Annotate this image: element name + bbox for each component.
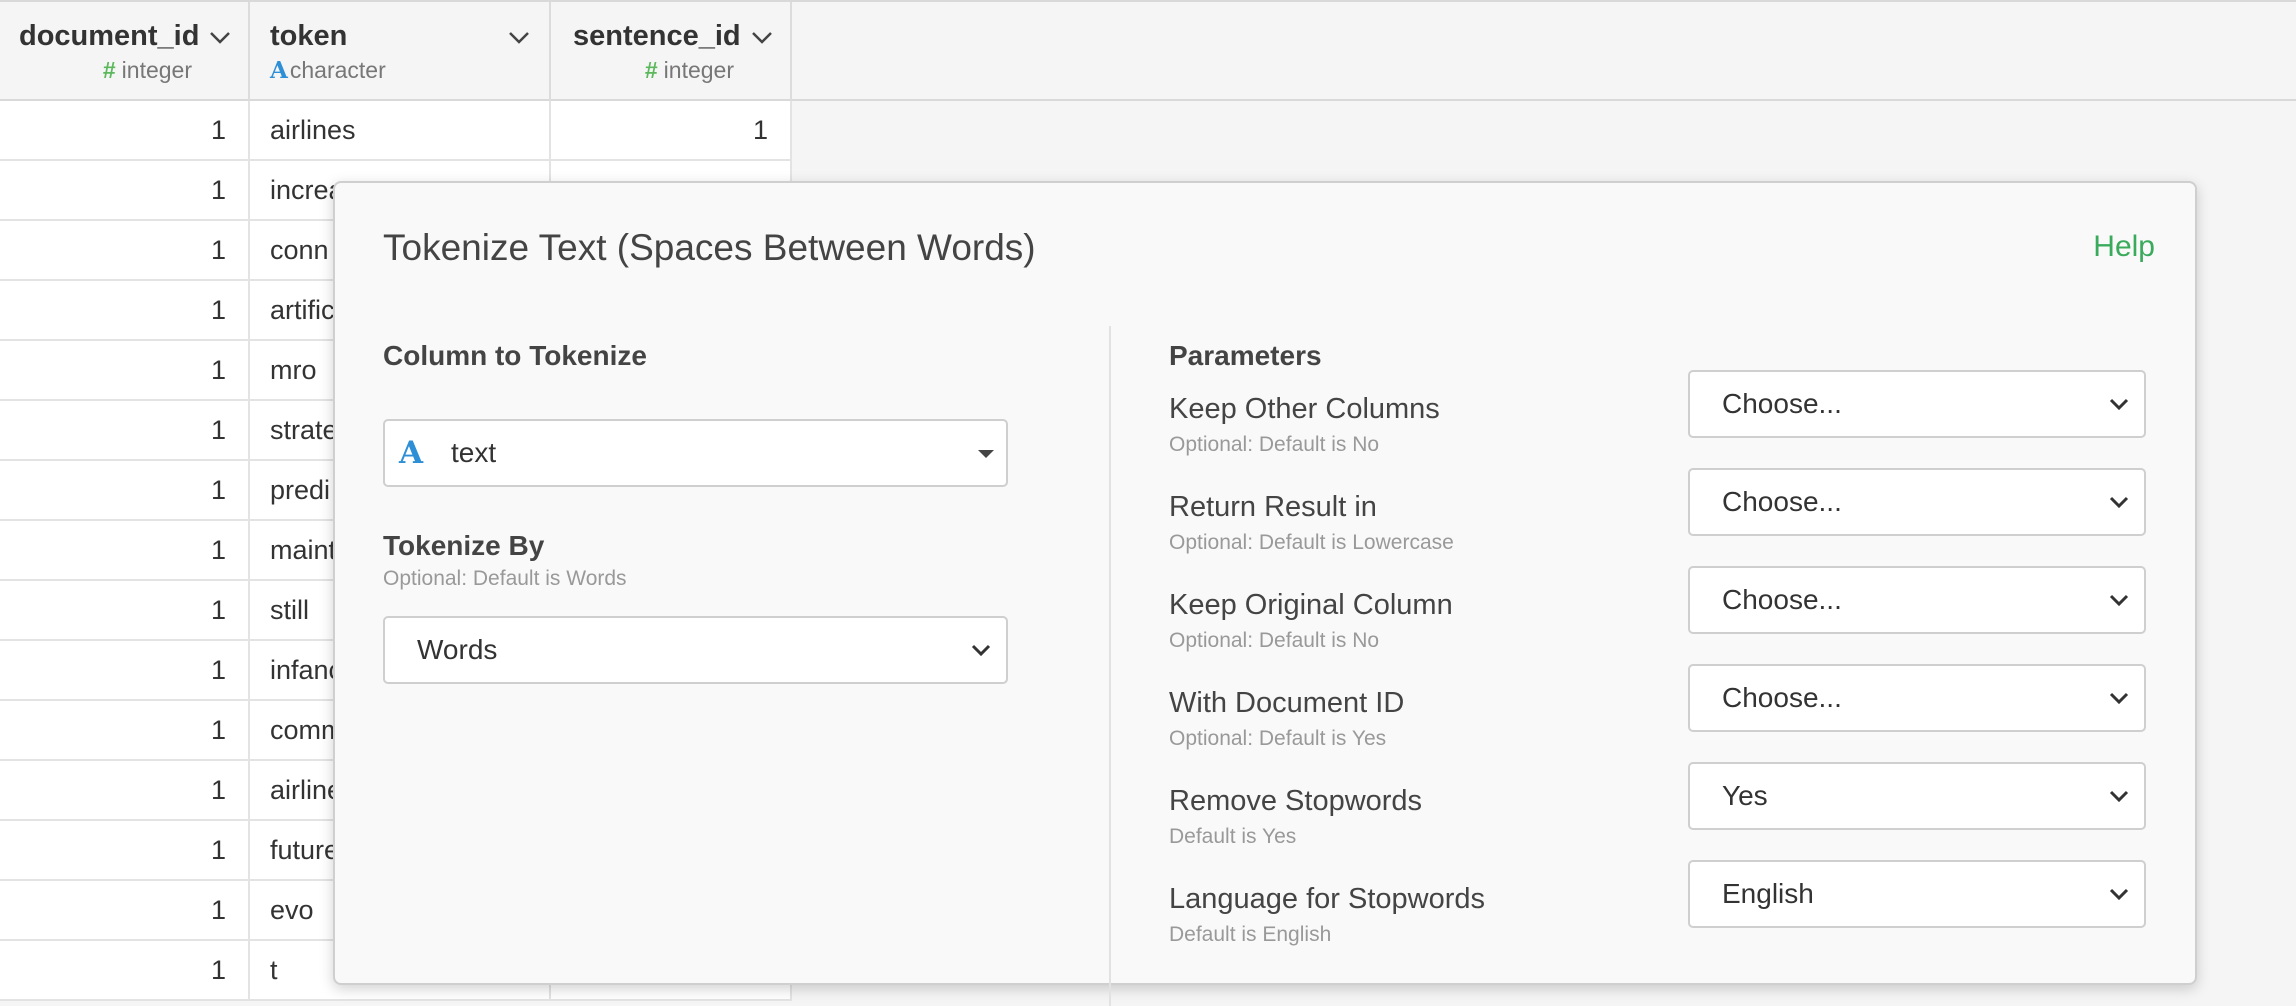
chevron-down-icon[interactable] <box>207 24 233 50</box>
document-id-cell[interactable]: 1 <box>0 101 250 159</box>
chevron-down-icon <box>2109 692 2129 705</box>
document-id-cell[interactable]: 1 <box>0 521 250 579</box>
sentence-id-cell[interactable]: 1 <box>551 101 792 159</box>
document-id-cell[interactable]: 1 <box>0 821 250 879</box>
chevron-down-icon[interactable] <box>506 24 532 50</box>
help-link[interactable]: Help <box>2093 230 2155 264</box>
column-type: Acharacter <box>270 57 386 84</box>
column-name: token <box>270 20 348 52</box>
column-name: document_id <box>19 20 200 52</box>
document-id-cell[interactable]: 1 <box>0 221 250 279</box>
parameter-hint: Optional: Default is Yes <box>1169 727 1387 750</box>
column-header-sentence-id[interactable]: sentence_id # integer <box>551 2 792 103</box>
parameter-label: Keep Other Columns <box>1169 393 1440 425</box>
parameter-label: With Document ID <box>1169 687 1405 719</box>
document-id-cell[interactable]: 1 <box>0 161 250 219</box>
parameter-select-value: Choose... <box>1722 486 1842 517</box>
chevron-down-icon <box>2109 888 2129 901</box>
dialog-title: Tokenize Text (Spaces Between Words) <box>383 227 1036 268</box>
parameter-select[interactable]: Choose... <box>1688 664 2146 732</box>
document-id-cell[interactable]: 1 <box>0 941 250 999</box>
tokenize-by-title: Tokenize By <box>383 530 545 561</box>
parameter-hint: Optional: Default is Lowercase <box>1169 531 1454 554</box>
document-id-cell[interactable]: 1 <box>0 641 250 699</box>
tokenize-by-select[interactable]: Words <box>383 616 1008 684</box>
tokenize-dialog: Tokenize Text (Spaces Between Words) Hel… <box>333 181 2197 1006</box>
tokenize-by-hint: Optional: Default is Words <box>383 567 627 590</box>
chevron-down-icon[interactable] <box>749 24 775 50</box>
chevron-down-icon <box>2109 790 2129 803</box>
parameter-select[interactable]: English <box>1688 860 2146 928</box>
parameter-select-value: Yes <box>1722 780 1768 811</box>
column-select[interactable]: A text <box>383 419 1008 487</box>
parameter-select-value: English <box>1722 878 1814 909</box>
integer-type-icon: # <box>644 57 658 83</box>
parameter-select[interactable]: Choose... <box>1688 370 2146 438</box>
chevron-down-icon <box>2109 594 2129 607</box>
column-type-label: integer <box>663 57 734 83</box>
document-id-cell[interactable]: 1 <box>0 401 250 459</box>
document-id-cell[interactable]: 1 <box>0 701 250 759</box>
parameter-select[interactable]: Yes <box>1688 762 2146 830</box>
parameter-label: Language for Stopwords <box>1169 883 1485 915</box>
column-type-label: character <box>289 57 386 83</box>
parameter-hint: Default is Yes <box>1169 825 1297 848</box>
parameter-label: Remove Stopwords <box>1169 785 1423 817</box>
divider <box>1109 326 1111 1006</box>
chevron-down-icon <box>2109 398 2129 411</box>
table-row[interactable]: 1 airlines 1 <box>0 101 792 161</box>
document-id-cell[interactable]: 1 <box>0 461 250 519</box>
column-select-value: text <box>451 437 497 468</box>
parameters-title: Parameters <box>1169 340 1322 371</box>
tokenize-by-value: Words <box>417 634 498 665</box>
parameter-hint: Optional: Default is No <box>1169 629 1380 652</box>
parameter-select-value: Choose... <box>1722 388 1842 419</box>
caret-down-icon <box>978 450 994 458</box>
parameter-label: Return Result in <box>1169 491 1377 523</box>
parameter-select-value: Choose... <box>1722 584 1842 615</box>
document-id-cell[interactable]: 1 <box>0 281 250 339</box>
parameter-select-value: Choose... <box>1722 682 1842 713</box>
document-id-cell[interactable]: 1 <box>0 341 250 399</box>
column-header-document-id[interactable]: document_id # integer <box>0 2 250 103</box>
parameter-hint: Default is English <box>1169 923 1332 946</box>
integer-type-icon: # <box>102 57 116 83</box>
column-name: sentence_id <box>573 20 741 52</box>
column-type: # integer <box>103 57 192 84</box>
column-type-label: integer <box>121 57 192 83</box>
document-id-cell[interactable]: 1 <box>0 581 250 639</box>
character-type-icon: A <box>399 435 424 471</box>
parameter-select[interactable]: Choose... <box>1688 468 2146 536</box>
document-id-cell[interactable]: 1 <box>0 761 250 819</box>
grid-header: document_id # integer token Acharacter se… <box>0 0 2296 103</box>
parameter-select[interactable]: Choose... <box>1688 566 2146 634</box>
document-id-cell[interactable]: 1 <box>0 881 250 939</box>
column-to-tokenize-title: Column to Tokenize <box>383 340 647 371</box>
column-type: # integer <box>645 57 734 84</box>
parameter-label: Keep Original Column <box>1169 589 1453 621</box>
chevron-down-icon <box>971 644 991 657</box>
chevron-down-icon <box>2109 496 2129 509</box>
parameter-hint: Optional: Default is No <box>1169 433 1380 456</box>
column-header-token[interactable]: token Acharacter <box>250 2 551 103</box>
character-type-icon: A <box>270 57 288 84</box>
token-cell[interactable]: airlines <box>250 101 551 159</box>
